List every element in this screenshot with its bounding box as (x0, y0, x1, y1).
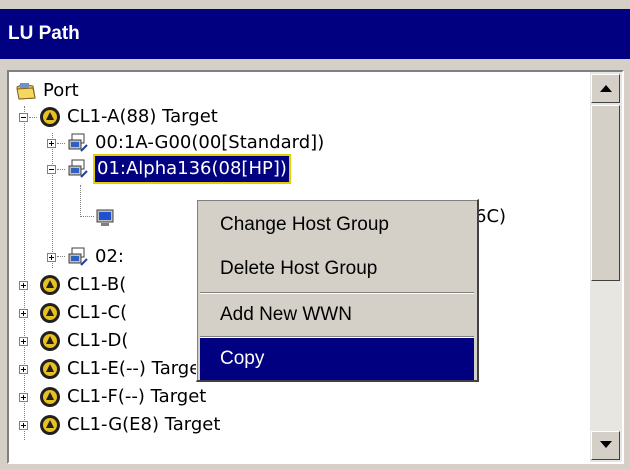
tree-node-label: 02: (95, 246, 124, 267)
expand-icon[interactable] (19, 281, 28, 290)
host-group-icon (68, 159, 88, 178)
host-group-icon (68, 133, 88, 152)
expand-icon[interactable] (19, 309, 28, 318)
context-menu: Change Host Group Delete Host Group Add … (196, 199, 479, 382)
tree-node-label: CL1-G(E8) Target (67, 414, 221, 435)
window-title: LU Path (0, 9, 630, 59)
port-icon (40, 107, 60, 127)
expand-icon[interactable] (47, 139, 56, 148)
port-icon (40, 275, 60, 295)
tree-node-label: CL1-F(--) Target (67, 386, 207, 407)
expand-icon[interactable] (19, 337, 28, 346)
tree-node-label: CL1-C( (67, 302, 128, 323)
expand-icon[interactable] (19, 393, 28, 402)
tree-node-label: CL1-B( (67, 274, 127, 295)
menu-item-delete-host-group[interactable]: Delete Host Group (200, 248, 474, 290)
vertical-scrollbar[interactable] (590, 72, 622, 462)
tree-node-label: CL1-E(--) Target (67, 358, 208, 379)
arrow-up-icon (600, 85, 612, 92)
collapse-icon[interactable] (19, 113, 28, 122)
tree-node-label: 6C) (475, 206, 507, 227)
expand-icon[interactable] (47, 253, 56, 262)
scroll-thumb[interactable] (591, 105, 620, 281)
scroll-down-button[interactable] (591, 431, 620, 460)
host-group-icon (68, 247, 88, 266)
collapse-icon[interactable] (47, 165, 56, 174)
arrow-down-icon (600, 441, 612, 448)
tree-node-label: 00:1A-G00(00[Standard]) (95, 132, 325, 153)
tree-node-label: 01:Alpha136(08[HP]) (93, 154, 291, 184)
menu-item-add-new-wwn[interactable]: Add New WWN (200, 294, 474, 336)
port-icon (40, 359, 60, 379)
tree-node-label: CL1-D( (67, 330, 129, 351)
scroll-up-button[interactable] (591, 74, 620, 103)
menu-item-copy[interactable]: Copy (200, 338, 474, 380)
port-icon (40, 387, 60, 407)
folder-icon (16, 83, 36, 100)
host-icon (96, 209, 114, 226)
menu-item-change-host-group[interactable]: Change Host Group (200, 204, 474, 246)
tree-node-label: CL1-A(88) Target (67, 106, 218, 127)
expand-icon[interactable] (19, 365, 28, 374)
port-icon (40, 303, 60, 323)
port-icon (40, 331, 60, 351)
port-icon (40, 415, 60, 435)
expand-icon[interactable] (19, 421, 28, 430)
tree-node-label: Port (43, 80, 79, 101)
